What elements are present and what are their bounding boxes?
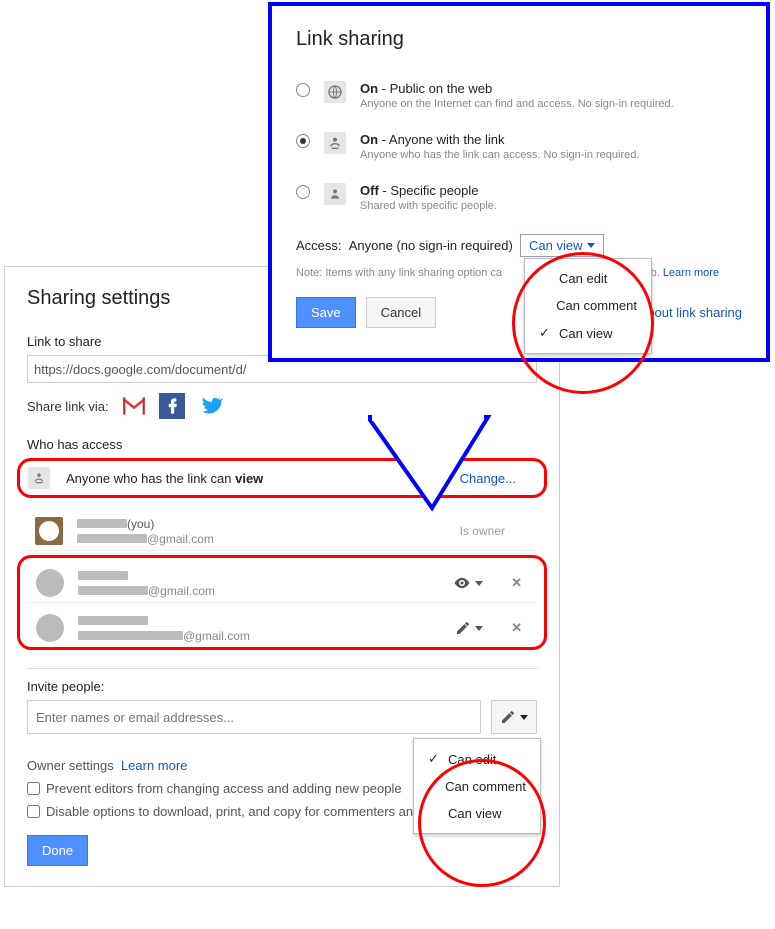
avatar [35, 517, 63, 545]
access-dropdown[interactable]: Can view [520, 234, 603, 257]
link-access-mode: view [235, 471, 263, 486]
redacted-email [77, 534, 147, 543]
invite-input[interactable] [27, 700, 481, 734]
gmail-icon[interactable] [121, 393, 147, 419]
email-suffix: @gmail.com [147, 532, 214, 546]
person-link-icon [324, 132, 346, 154]
email-suffix: @gmail.com [183, 629, 250, 643]
change-link[interactable]: Change... [460, 471, 516, 486]
role-view-button[interactable] [453, 574, 483, 592]
prevent-editors-checkbox[interactable] [27, 782, 40, 795]
owner-badge: Is owner [460, 524, 505, 538]
caret-down-icon [587, 243, 595, 248]
owner-learn-more-link[interactable]: Learn more [121, 758, 187, 773]
avatar [36, 614, 64, 642]
link-access-row: Anyone who has the link can view Change.… [17, 458, 547, 498]
email-suffix: @gmail.com [148, 584, 215, 598]
invite-section: Invite people: ✓Can edit Can comment Can… [27, 668, 537, 734]
caret-down-icon [475, 626, 483, 631]
done-button[interactable]: Done [27, 835, 88, 866]
redacted-name [77, 519, 127, 528]
avatar [36, 569, 64, 597]
option-public[interactable]: On - Public on the web Anyone on the Int… [296, 81, 742, 110]
disable-download-checkbox[interactable] [27, 805, 40, 818]
note-text-1: Note: Items with any link sharing option… [296, 267, 502, 279]
owner-settings-label: Owner settings [27, 758, 114, 773]
access-who: Anyone (no sign-in required) [349, 238, 513, 253]
link-sharing-popup: Link sharing On - Public on the web Anyo… [268, 2, 770, 362]
menu-item-can-comment[interactable]: Can comment [414, 773, 540, 800]
role-edit-button[interactable] [455, 620, 483, 636]
disable-download-label: Disable options to download, print, and … [46, 804, 468, 819]
radio-specific[interactable] [296, 185, 310, 199]
person-icon [324, 183, 346, 205]
prevent-editors-label: Prevent editors from changing access and… [46, 781, 402, 796]
link-icon [28, 467, 50, 489]
radio-public[interactable] [296, 83, 310, 97]
menu-item-can-view[interactable]: ✓Can view [525, 319, 651, 347]
invite-role-button[interactable] [491, 700, 537, 734]
option-specific[interactable]: Off - Specific people Shared with specif… [296, 183, 742, 212]
radio-anyone-link[interactable] [296, 134, 310, 148]
invite-label: Invite people: [27, 679, 537, 694]
cancel-button[interactable]: Cancel [366, 297, 436, 328]
redacted-name [78, 571, 128, 580]
menu-item-can-view[interactable]: Can view [414, 800, 540, 827]
remove-user-button[interactable]: ✕ [511, 620, 522, 636]
menu-item-can-comment[interactable]: Can comment [525, 292, 651, 319]
caret-down-icon [520, 715, 528, 720]
popup-title: Link sharing [296, 28, 742, 51]
access-menu: Can edit Can comment ✓Can view [524, 258, 652, 354]
redacted-email [78, 631, 183, 640]
user-row: @gmail.com ✕ [28, 558, 536, 603]
learn-about-link[interactable]: about link sharing [640, 305, 742, 320]
link-access-text: Anyone who has the link can [66, 471, 235, 486]
access-label: Access: [296, 238, 342, 253]
save-button[interactable]: Save [296, 297, 356, 328]
user-row: @gmail.com ✕ [28, 603, 536, 647]
who-has-access-label: Who has access [27, 437, 537, 452]
option-anyone-link[interactable]: On - Anyone with the link Anyone who has… [296, 132, 742, 161]
share-link-via-label: Share link via: [27, 399, 109, 414]
menu-item-can-edit[interactable]: Can edit [525, 265, 651, 292]
invite-role-menu: ✓Can edit Can comment Can view [413, 738, 541, 834]
popup-learn-more-link[interactable]: Learn more [663, 267, 719, 279]
redacted-name [78, 616, 148, 625]
menu-item-can-edit[interactable]: ✓Can edit [414, 745, 540, 773]
redacted-email [78, 586, 148, 595]
globe-icon [324, 81, 346, 103]
user-row-owner: (you) @gmail.com Is owner [27, 506, 537, 551]
you-suffix: (you) [127, 517, 154, 531]
remove-user-button[interactable]: ✕ [511, 575, 522, 591]
caret-down-icon [475, 581, 483, 586]
twitter-icon[interactable] [197, 393, 223, 419]
facebook-icon[interactable] [159, 393, 185, 419]
